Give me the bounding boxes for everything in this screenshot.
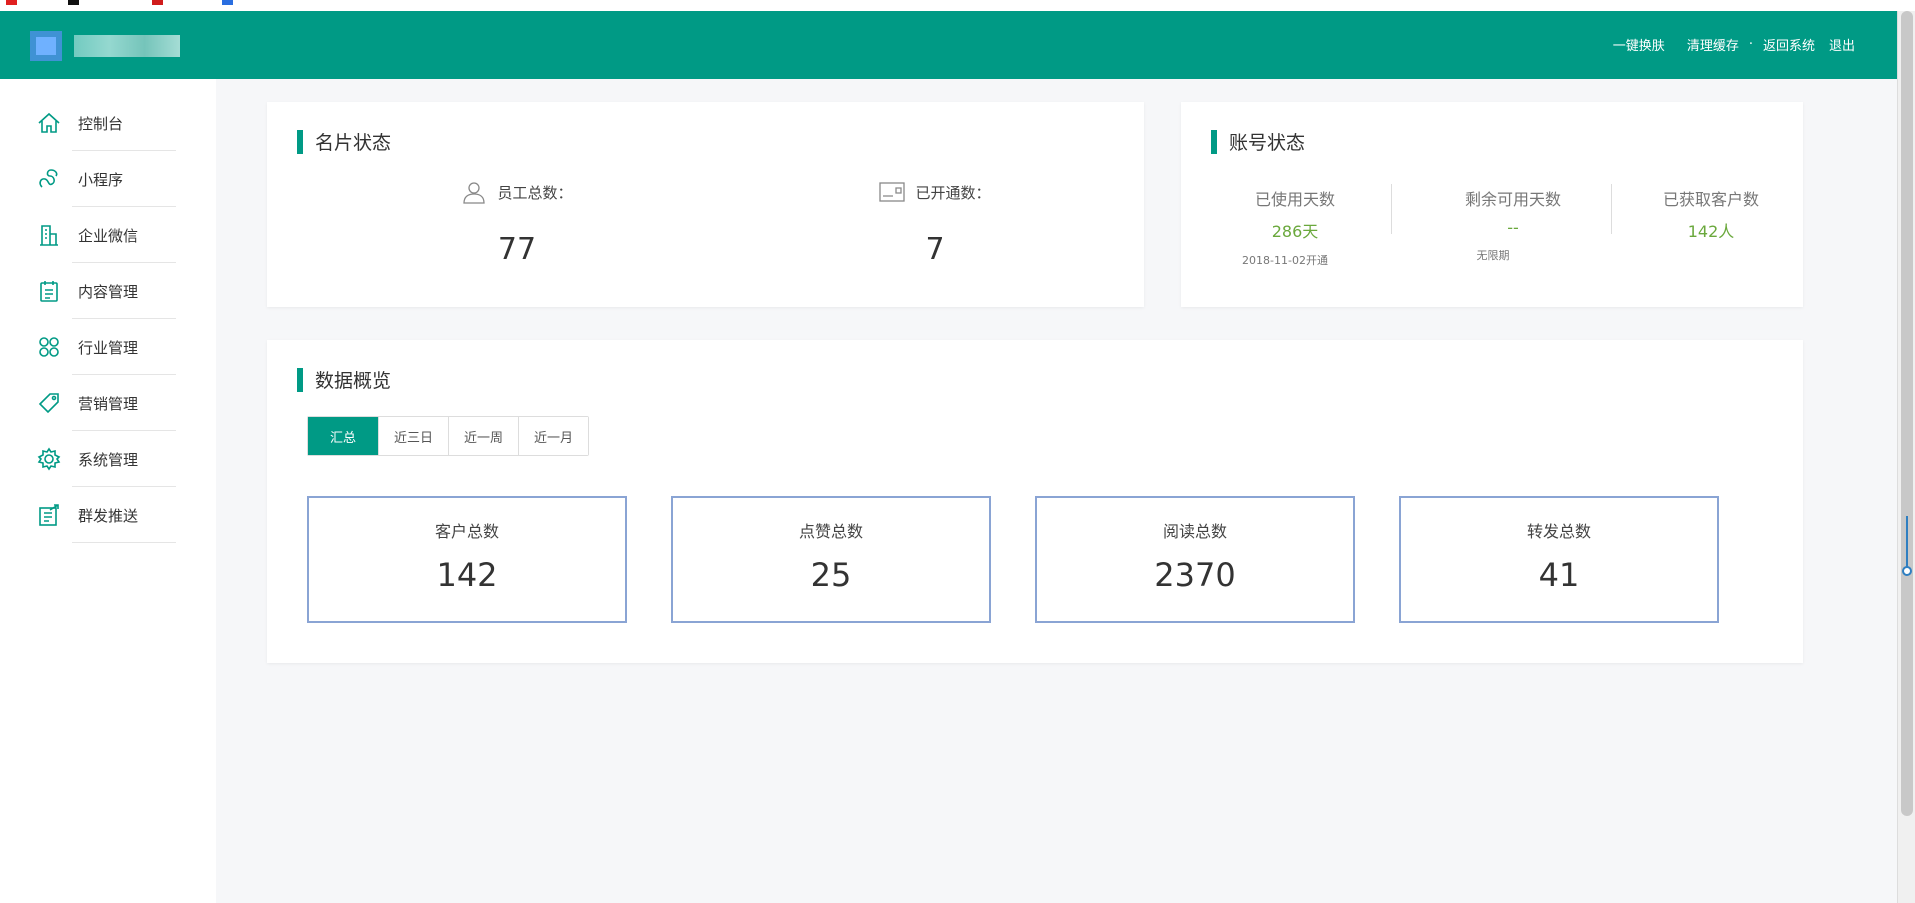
opened-label: 已开通数： — [915, 183, 991, 202]
metric-shares: 转发总数 41 — [1399, 496, 1719, 623]
sidebar-item-content[interactable]: 内容管理 — [0, 263, 216, 319]
sidebar-item-industry[interactable]: 行业管理 — [0, 319, 216, 375]
panel-title-text: 账号状态 — [1229, 132, 1306, 154]
sidebar-item-system[interactable]: 系统管理 — [0, 431, 216, 487]
top-nav: 一键换肤 清理缓存 · 返回系统 退出 — [1591, 35, 1855, 54]
sidebar-item-console[interactable]: 控制台 — [0, 95, 216, 151]
divider — [1391, 184, 1392, 234]
sidebar-item-label: 企业微信 — [78, 226, 139, 245]
tab-last-week[interactable]: 近一周 — [448, 417, 518, 455]
account-col-label: 剩余可用天数 — [1464, 190, 1561, 209]
scrollbar-thumb[interactable] — [1901, 11, 1913, 816]
sidebar-item-label: 系统管理 — [78, 450, 139, 469]
home-icon — [36, 110, 62, 136]
metric-likes: 点赞总数 25 — [671, 496, 991, 623]
account-col-label: 已使用天数 — [1254, 190, 1335, 209]
clear-cache-link[interactable]: 清理缓存 — [1687, 35, 1739, 54]
bookmark[interactable] — [152, 0, 163, 5]
page-scrollbar[interactable] — [1897, 11, 1915, 903]
data-overview-panel: 数据概览 汇总 近三日 近一周 近一月 客户总数 142 点赞总数 25 阅读总… — [267, 340, 1803, 663]
bookmark[interactable] — [222, 0, 233, 5]
account-col-sub: 2018-11-02开通 — [1242, 254, 1328, 267]
panel-title-text: 名片状态 — [315, 132, 392, 154]
metric-label: 点赞总数 — [798, 522, 863, 541]
account-status-panel: 账号状态 已使用天数 286天 2018-11-02开通 剩余可用天数 -- 无… — [1181, 102, 1803, 307]
panel-title: 名片状态 — [297, 128, 391, 155]
sidebar-item-label: 内容管理 — [78, 282, 139, 301]
card-icon — [879, 182, 906, 202]
account-col-label: 已获取客户数 — [1662, 190, 1759, 209]
user-icon — [463, 182, 486, 204]
metric-value: 25 — [810, 556, 852, 594]
metric-customers: 客户总数 142 — [307, 496, 627, 623]
panel-title: 数据概览 — [297, 366, 391, 393]
divider — [1611, 184, 1612, 234]
floating-tool-icon[interactable] — [1902, 516, 1912, 576]
sidebar-item-label: 行业管理 — [78, 338, 139, 357]
sidebar-item-label: 小程序 — [78, 170, 124, 189]
employees-value: 77 — [497, 232, 537, 267]
period-tabs: 汇总 近三日 近一周 近一月 — [307, 416, 589, 456]
sidebar: 控制台 小程序 企业微信 内容管理 行业管理 营销管理 系统管理 群发推送 — [0, 79, 216, 903]
employees-stat: 员工总数： 77 — [437, 180, 597, 267]
tag-icon — [36, 390, 62, 416]
building-icon — [36, 222, 62, 248]
account-col-value: 142人 — [1687, 222, 1735, 241]
tab-summary[interactable]: 汇总 — [308, 417, 378, 455]
browser-bookmarks-bar — [0, 0, 1915, 11]
metric-label: 转发总数 — [1526, 522, 1591, 541]
account-col-sub: 无限期 — [1476, 249, 1510, 262]
bookmark[interactable] — [6, 0, 17, 5]
miniapp-icon — [36, 166, 62, 192]
back-to-system-link[interactable]: 返回系统 — [1763, 35, 1815, 54]
card-status-panel: 名片状态 员工总数： 77 已开通数： 7 — [267, 102, 1144, 307]
sidebar-item-label: 控制台 — [78, 114, 124, 133]
bookmark[interactable] — [68, 0, 79, 5]
sidebar-item-broadcast[interactable]: 群发推送 — [0, 487, 216, 543]
panel-title: 账号状态 — [1211, 128, 1305, 155]
brand-logo[interactable] — [30, 31, 180, 61]
metric-reads: 阅读总数 2370 — [1035, 496, 1355, 623]
title-accent-bar — [297, 129, 303, 154]
grid-icon — [36, 334, 62, 360]
clipboard-icon — [36, 278, 62, 304]
title-accent-bar — [297, 367, 303, 392]
account-col-remaining-days: 剩余可用天数 -- 无限期 — [1423, 186, 1603, 263]
account-col-customers: 已获取客户数 142人 — [1621, 186, 1801, 252]
sidebar-item-miniapp[interactable]: 小程序 — [0, 151, 216, 207]
tab-last-3-days[interactable]: 近三日 — [378, 417, 448, 455]
logout-link[interactable]: 退出 — [1829, 35, 1855, 54]
metric-label: 阅读总数 — [1162, 522, 1227, 541]
sidebar-item-wecom[interactable]: 企业微信 — [0, 207, 216, 263]
metric-value: 2370 — [1154, 556, 1236, 594]
opened-stat: 已开通数： 7 — [855, 180, 1015, 267]
opened-value: 7 — [925, 232, 945, 267]
sidebar-item-marketing[interactable]: 营销管理 — [0, 375, 216, 431]
title-accent-bar — [1211, 129, 1217, 154]
send-icon — [36, 502, 62, 528]
top-header: 一键换肤 清理缓存 · 返回系统 退出 — [0, 11, 1897, 79]
gear-icon — [36, 446, 62, 472]
account-col-value: 286天 — [1271, 222, 1319, 241]
sidebar-item-label: 营销管理 — [78, 394, 139, 413]
nav-separator: · — [1748, 37, 1753, 52]
panel-title-text: 数据概览 — [315, 370, 392, 392]
metric-label: 客户总数 — [434, 522, 499, 541]
account-col-value: -- — [1507, 218, 1519, 237]
tab-last-month[interactable]: 近一月 — [518, 417, 588, 455]
employees-label: 员工总数： — [497, 183, 573, 202]
sidebar-item-label: 群发推送 — [78, 506, 139, 525]
switch-skin-link[interactable]: 一键换肤 — [1613, 35, 1665, 54]
metric-value: 41 — [1538, 556, 1580, 594]
metric-value: 142 — [436, 556, 498, 594]
account-col-used-days: 已使用天数 286天 2018-11-02开通 — [1205, 186, 1385, 268]
